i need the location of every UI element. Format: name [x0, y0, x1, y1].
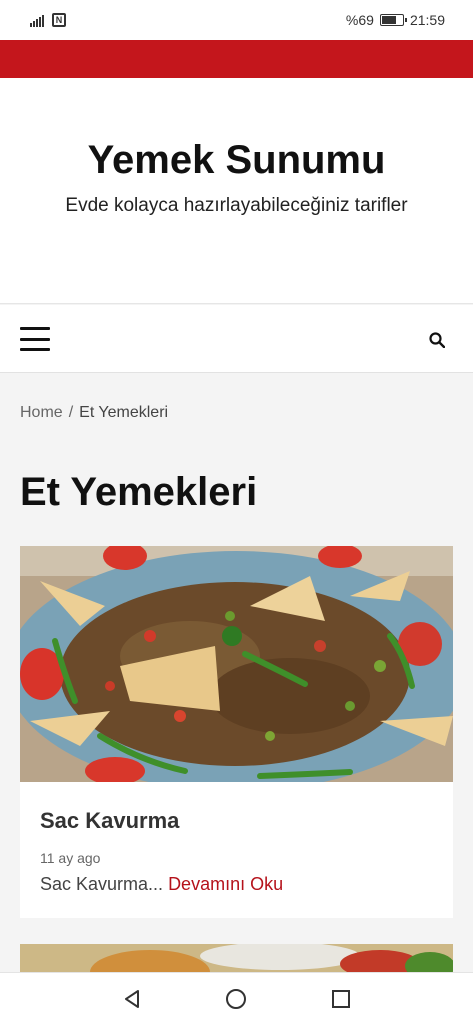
battery-percent: %69: [345, 12, 374, 28]
search-icon[interactable]: [429, 332, 445, 348]
home-icon[interactable]: [225, 988, 247, 1010]
top-red-bar: [0, 40, 473, 78]
recents-icon[interactable]: [330, 988, 352, 1010]
breadcrumb-home[interactable]: Home: [20, 404, 63, 421]
status-left: N: [30, 13, 66, 27]
post-excerpt: Sac Kavurma... Devamını Oku: [40, 874, 433, 895]
post-card-body: Sac Kavurma 11 ay ago Sac Kavurma... Dev…: [20, 808, 453, 895]
post-thumbnail[interactable]: [20, 546, 453, 782]
page-title: Et Yemekleri: [20, 470, 258, 514]
site-header: Yemek Sunumu Evde kolayca hazırlayabilec…: [0, 78, 473, 304]
clock: 21:59: [409, 12, 445, 28]
site-title[interactable]: Yemek Sunumu: [0, 138, 473, 183]
post-card: Sac Kavurma 11 ay ago Sac Kavurma... Dev…: [20, 546, 453, 918]
status-right: %69 21:59: [346, 12, 445, 28]
nfc-icon: N: [52, 13, 66, 27]
battery-fill: [381, 16, 396, 24]
back-icon[interactable]: [121, 988, 143, 1010]
post-excerpt-text: Sac Kavurma...: [40, 874, 164, 894]
post-date: 11 ay ago: [40, 850, 101, 866]
battery-icon: [379, 14, 407, 26]
site-tagline: Evde kolayca hazırlayabileceğiniz tarifl…: [65, 195, 408, 216]
system-navigation-bar: [0, 972, 473, 1024]
status-bar: N %69 21:59: [0, 0, 473, 40]
next-post-thumbnail[interactable]: [20, 944, 453, 974]
breadcrumb-current: Et Yemekleri: [79, 404, 169, 421]
post-title[interactable]: Sac Kavurma: [40, 808, 433, 834]
main-navigation: [0, 305, 473, 373]
menu-icon[interactable]: [20, 327, 50, 351]
breadcrumb-separator: /: [68, 404, 74, 421]
read-more-link[interactable]: Devamını Oku: [168, 874, 283, 894]
breadcrumb: Home / Et Yemekleri: [20, 404, 168, 422]
signal-icon: [30, 13, 44, 27]
